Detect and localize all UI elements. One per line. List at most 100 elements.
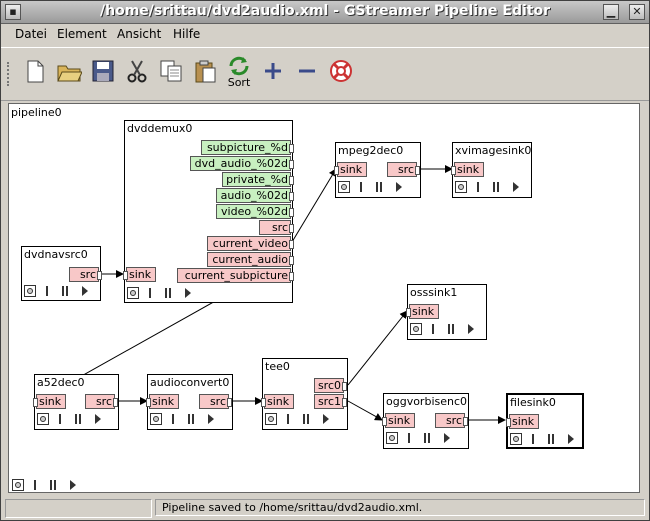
- play-icon[interactable]: [208, 414, 214, 424]
- element-osssink1[interactable]: osssink1 sink: [406, 284, 487, 340]
- pad-src1[interactable]: src1: [314, 394, 347, 409]
- element-dvddemux0[interactable]: dvddemux0 sink subpicture_%d dvd_audio_%…: [123, 120, 294, 303]
- pad-current-audio[interactable]: current_audio: [207, 252, 294, 267]
- pad-src[interactable]: src: [387, 162, 420, 177]
- element-dvdnavsrc0[interactable]: dvdnavsrc0 src: [21, 246, 102, 301]
- record-icon[interactable]: [510, 433, 522, 445]
- element-mpeg2dec0[interactable]: mpeg2dec0 sink src: [334, 142, 421, 198]
- state-controls[interactable]: [386, 432, 456, 446]
- pad-src[interactable]: src: [69, 267, 102, 282]
- pad-sink[interactable]: sink: [506, 414, 539, 429]
- state-controls[interactable]: [127, 287, 197, 301]
- pipeline-state-controls[interactable]: [12, 479, 82, 493]
- pause-icon[interactable]: [75, 414, 77, 424]
- pad-sink[interactable]: sink: [406, 304, 439, 319]
- close-icon[interactable]: ✕: [629, 4, 645, 20]
- pad-sink[interactable]: sink: [451, 162, 484, 177]
- state-controls[interactable]: [455, 181, 525, 195]
- pad-sink[interactable]: sink: [146, 394, 179, 409]
- pad-audio[interactable]: audio_%02d: [216, 188, 294, 203]
- stop-icon[interactable]: [287, 414, 289, 424]
- pause-icon[interactable]: [548, 434, 550, 444]
- pad-src[interactable]: src: [199, 394, 232, 409]
- add-button[interactable]: [257, 58, 289, 90]
- pad-current-video[interactable]: current_video: [207, 236, 294, 251]
- pad-src[interactable]: src: [435, 413, 468, 428]
- pipeline-canvas[interactable]: pipeline0 dvdnavsrc0 src dvddemux0 sink …: [8, 103, 640, 493]
- toolbar-grip[interactable]: [7, 62, 13, 86]
- pause-icon[interactable]: [448, 324, 450, 334]
- menu-hilfe[interactable]: Hilfe: [173, 27, 200, 41]
- state-controls[interactable]: [265, 413, 335, 427]
- record-icon[interactable]: [37, 413, 49, 425]
- paste-button[interactable]: [189, 58, 221, 90]
- menu-datei[interactable]: Datei: [15, 27, 47, 41]
- play-icon[interactable]: [82, 286, 88, 296]
- record-icon[interactable]: [410, 323, 422, 335]
- stop-icon[interactable]: [408, 433, 410, 443]
- record-icon[interactable]: [386, 432, 398, 444]
- record-icon[interactable]: [24, 285, 36, 297]
- state-controls[interactable]: [37, 413, 107, 427]
- state-controls[interactable]: [24, 285, 94, 299]
- stop-icon[interactable]: [477, 182, 479, 192]
- stop-icon[interactable]: [34, 480, 36, 490]
- play-icon[interactable]: [95, 414, 101, 424]
- stop-icon[interactable]: [149, 288, 151, 298]
- menu-ansicht[interactable]: Ansicht: [117, 27, 161, 41]
- play-icon[interactable]: [468, 324, 474, 334]
- element-audioconvert0[interactable]: audioconvert0 sink src: [146, 374, 233, 430]
- save-button[interactable]: [87, 58, 119, 90]
- element-a52dec0[interactable]: a52dec0 sink src: [33, 374, 119, 430]
- minimize-icon[interactable]: ▁: [603, 4, 619, 20]
- play-icon[interactable]: [568, 434, 574, 444]
- state-controls[interactable]: [510, 433, 580, 447]
- play-icon[interactable]: [444, 433, 450, 443]
- record-icon[interactable]: [127, 287, 139, 299]
- pause-icon[interactable]: [424, 433, 426, 443]
- record-icon[interactable]: [338, 181, 350, 193]
- element-filesink0[interactable]: filesink0 sink: [506, 393, 584, 449]
- element-tee0[interactable]: tee0 sink src0 src1: [261, 358, 348, 430]
- pad-private[interactable]: private_%d: [222, 172, 294, 187]
- pad-sink[interactable]: sink: [261, 394, 294, 409]
- play-icon[interactable]: [323, 414, 329, 424]
- element-xvimagesink0[interactable]: xvimagesink0 sink: [451, 142, 532, 198]
- pause-icon[interactable]: [50, 480, 52, 490]
- pause-icon[interactable]: [493, 182, 495, 192]
- stop-icon[interactable]: [59, 414, 61, 424]
- state-controls[interactable]: [150, 413, 220, 427]
- stop-icon[interactable]: [432, 324, 434, 334]
- stop-icon[interactable]: [532, 434, 534, 444]
- record-icon[interactable]: [265, 413, 277, 425]
- record-icon[interactable]: [150, 413, 162, 425]
- pad-sink[interactable]: sink: [33, 394, 66, 409]
- menu-element[interactable]: Element: [57, 27, 107, 41]
- pause-icon[interactable]: [165, 288, 167, 298]
- remove-button[interactable]: [291, 58, 323, 90]
- pad-dvd-audio[interactable]: dvd_audio_%02d: [190, 156, 294, 171]
- pause-icon[interactable]: [62, 286, 64, 296]
- pad-sink[interactable]: sink: [123, 267, 156, 282]
- pad-video[interactable]: video_%02d: [216, 204, 294, 219]
- stop-icon[interactable]: [46, 286, 48, 296]
- pad-src[interactable]: src: [85, 394, 118, 409]
- new-button[interactable]: [19, 58, 51, 90]
- record-icon[interactable]: [455, 181, 467, 193]
- element-oggvorbisenc0[interactable]: oggvorbisenc0 sink src: [382, 393, 469, 449]
- play-icon[interactable]: [396, 182, 402, 192]
- copy-button[interactable]: [155, 58, 187, 90]
- sort-button[interactable]: Sort: [223, 54, 255, 94]
- play-icon[interactable]: [70, 480, 76, 490]
- pad-src0[interactable]: src0: [314, 378, 347, 393]
- record-icon[interactable]: [12, 479, 24, 491]
- pad-sink[interactable]: sink: [382, 413, 415, 428]
- pause-icon[interactable]: [303, 414, 305, 424]
- pad-current-subpicture[interactable]: current_subpicture: [177, 268, 294, 283]
- open-button[interactable]: [53, 58, 85, 90]
- play-icon[interactable]: [185, 288, 191, 298]
- cut-button[interactable]: [121, 58, 153, 90]
- state-controls[interactable]: [338, 181, 408, 195]
- state-controls[interactable]: [410, 323, 480, 337]
- pause-icon[interactable]: [188, 414, 190, 424]
